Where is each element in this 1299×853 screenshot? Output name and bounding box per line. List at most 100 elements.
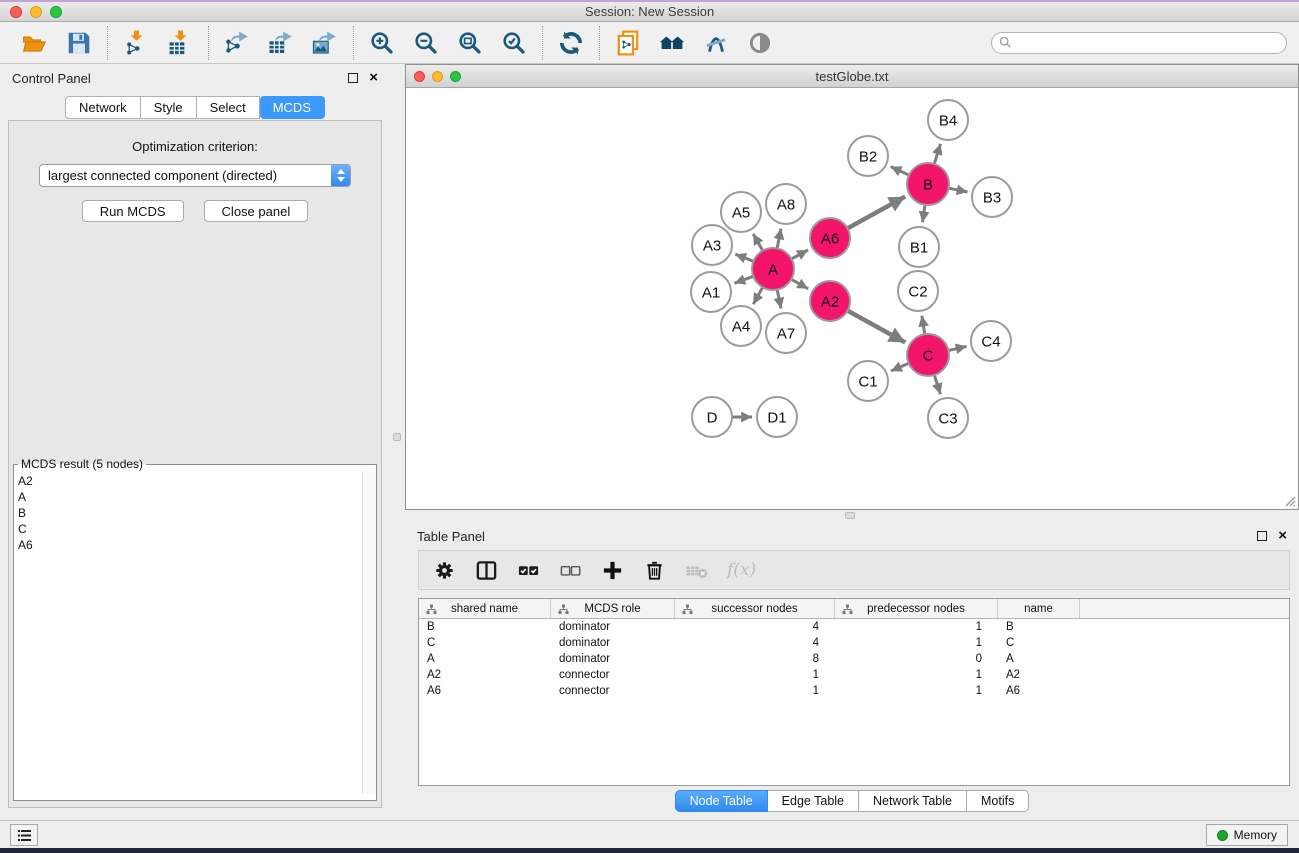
edge-C-C1[interactable] — [891, 363, 909, 371]
maximize-window-icon[interactable] — [50, 6, 62, 18]
home-button[interactable] — [656, 26, 688, 60]
column-header-successor-nodes[interactable]: successor nodes — [675, 599, 835, 618]
table-row[interactable]: Bdominator41B — [419, 619, 1289, 635]
save-session-button[interactable] — [63, 26, 95, 60]
panel-menu-button[interactable] — [10, 824, 38, 846]
close-window-icon[interactable] — [10, 6, 22, 18]
open-session-button[interactable] — [19, 26, 51, 60]
table-row[interactable]: Cdominator41C — [419, 635, 1289, 651]
graph-node-A8[interactable]: A8 — [766, 184, 806, 224]
import-table-button[interactable] — [164, 26, 196, 60]
close-panel-icon[interactable]: × — [1278, 531, 1287, 541]
column-header-name[interactable]: name — [998, 599, 1080, 618]
edge-A-A7[interactable] — [777, 290, 781, 309]
network-graph[interactable]: B4B2BB3A5A8A6A3AB1A1C2A4A7A2CC4C1C3DD1 — [406, 88, 1298, 509]
edge-C-C4[interactable] — [948, 346, 966, 350]
edge-A6-B[interactable] — [848, 197, 906, 229]
graph-node-C2[interactable]: C2 — [898, 271, 938, 311]
edge-A-A5[interactable] — [753, 234, 762, 251]
graph-node-A3[interactable]: A3 — [692, 225, 732, 265]
search-input[interactable] — [1017, 36, 1279, 50]
column-header-MCDS-role[interactable]: MCDS role — [551, 599, 675, 618]
close-panel-icon[interactable]: × — [369, 73, 378, 83]
app-titlebar[interactable]: Session: New Session — [0, 2, 1299, 22]
edge-B-B2[interactable] — [891, 167, 909, 176]
edge-C-C2[interactable] — [922, 316, 925, 335]
table-row[interactable]: Adominator80A — [419, 651, 1289, 667]
edge-A-A1[interactable] — [734, 276, 753, 283]
horizontal-split-divider[interactable] — [405, 510, 1299, 522]
minimize-window-icon[interactable] — [30, 6, 42, 18]
result-list-item[interactable]: A6 — [14, 537, 362, 553]
tab-node-table[interactable]: Node Table — [675, 790, 768, 812]
edge-A-A6[interactable] — [791, 250, 808, 259]
tab-network[interactable]: Network — [65, 96, 141, 119]
close-panel-button[interactable]: Close panel — [204, 200, 309, 222]
tab-motifs[interactable]: Motifs — [967, 790, 1029, 812]
import-network-button[interactable] — [120, 26, 152, 60]
new-network-button[interactable] — [612, 26, 644, 60]
graph-node-A[interactable]: A — [752, 248, 794, 290]
columns-button[interactable] — [475, 557, 498, 583]
export-table-button[interactable] — [265, 26, 297, 60]
column-header-shared-name[interactable]: shared name — [419, 599, 551, 618]
edge-A-A4[interactable] — [753, 287, 762, 304]
add-row-button[interactable] — [601, 557, 624, 583]
export-image-button[interactable] — [309, 26, 341, 60]
zoom-in-button[interactable] — [366, 26, 398, 60]
graph-node-B1[interactable]: B1 — [899, 227, 939, 267]
zoom-fit-button[interactable] — [454, 26, 486, 60]
window-resize-grip[interactable] — [1282, 493, 1296, 507]
float-panel-icon[interactable] — [348, 73, 358, 83]
deselect-all-button[interactable] — [559, 557, 582, 583]
float-panel-icon[interactable] — [1257, 531, 1267, 541]
graph-node-A4[interactable]: A4 — [721, 306, 761, 346]
column-header-predecessor-nodes[interactable]: predecessor nodes — [835, 599, 998, 618]
graph-node-B[interactable]: B — [907, 163, 949, 205]
result-list-item[interactable]: C — [14, 521, 362, 537]
edge-A2-C[interactable] — [848, 311, 906, 343]
zoom-out-button[interactable] — [410, 26, 442, 60]
graph-node-A1[interactable]: A1 — [691, 272, 731, 312]
result-list-scrollbar[interactable] — [362, 471, 376, 794]
result-list-item[interactable]: B — [14, 505, 362, 521]
tab-select[interactable]: Select — [197, 96, 260, 119]
edge-A-A2[interactable] — [791, 279, 808, 288]
edge-A-A3[interactable] — [735, 254, 753, 261]
divider-grip[interactable] — [845, 512, 855, 519]
search-field[interactable] — [991, 32, 1287, 54]
graph-node-C1[interactable]: C1 — [848, 361, 888, 401]
select-all-button[interactable] — [517, 557, 540, 583]
network-window-titlebar[interactable]: testGlobe.txt — [406, 65, 1298, 88]
memory-button[interactable]: Memory — [1206, 824, 1288, 846]
tab-mcds[interactable]: MCDS — [260, 96, 325, 119]
graph-node-B2[interactable]: B2 — [848, 136, 888, 176]
gear-button[interactable] — [433, 557, 456, 583]
graph-node-D[interactable]: D — [692, 397, 732, 437]
edge-B-B4[interactable] — [934, 144, 940, 164]
edge-A-A8[interactable] — [777, 229, 781, 249]
tab-edge-table[interactable]: Edge Table — [768, 790, 859, 812]
graph-node-C4[interactable]: C4 — [971, 321, 1011, 361]
graph-node-B4[interactable]: B4 — [928, 100, 968, 140]
graph-node-A6[interactable]: A6 — [810, 218, 850, 258]
graph-node-A7[interactable]: A7 — [766, 313, 806, 353]
result-list-item[interactable]: A2 — [14, 473, 362, 489]
delete-row-button[interactable] — [643, 557, 666, 583]
toggle-graphics-details-button[interactable] — [700, 26, 732, 60]
network-minimize-icon[interactable] — [432, 71, 443, 82]
edge-B-B3[interactable] — [949, 188, 968, 192]
divider-grip[interactable] — [393, 433, 401, 441]
refresh-button[interactable] — [555, 26, 587, 60]
network-close-icon[interactable] — [414, 71, 425, 82]
edge-B-B1[interactable] — [923, 205, 925, 222]
tab-style[interactable]: Style — [141, 96, 197, 119]
edge-C-C3[interactable] — [934, 375, 940, 394]
table-row[interactable]: A2connector11A2 — [419, 667, 1289, 683]
network-maximize-icon[interactable] — [450, 71, 461, 82]
graph-node-A2[interactable]: A2 — [810, 281, 850, 321]
graph-node-D1[interactable]: D1 — [757, 397, 797, 437]
graph-node-C[interactable]: C — [907, 334, 949, 376]
graph-node-B3[interactable]: B3 — [972, 177, 1012, 217]
export-network-button[interactable] — [221, 26, 253, 60]
